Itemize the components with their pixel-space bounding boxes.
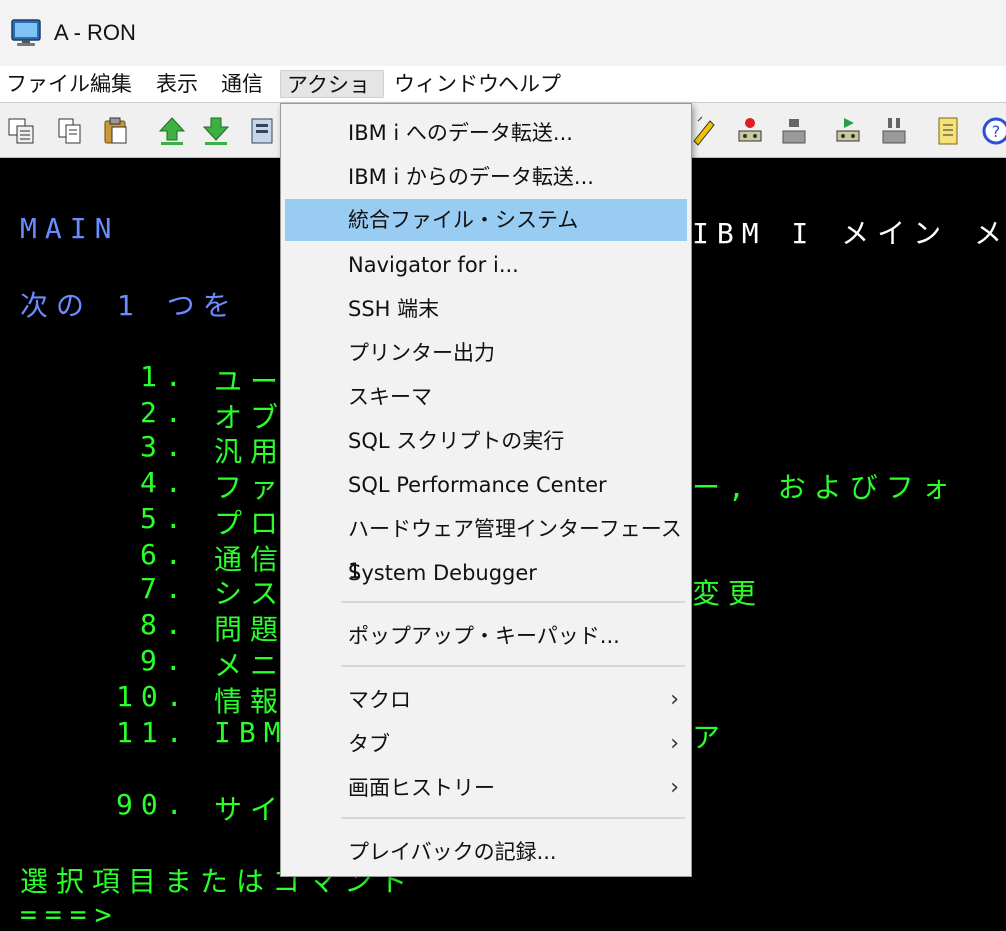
- copy-icon[interactable]: [6, 115, 38, 147]
- menu-option-text-continued: ー, およびフォ: [692, 471, 958, 504]
- menu-option-number: 10.: [116, 680, 191, 713]
- menu-option-number: 90.: [116, 788, 191, 821]
- copy-append-icon[interactable]: [54, 115, 86, 147]
- menu-item-label: SQL Performance Center: [348, 473, 607, 497]
- title-bar: A - RON: [0, 0, 1006, 66]
- screen-id: MAIN: [20, 212, 120, 245]
- chevron-right-icon: ›: [670, 731, 679, 756]
- menu-option-number: 7.: [140, 572, 190, 605]
- menu-item-macro[interactable]: マクロ ›: [285, 679, 687, 721]
- menu-item-label: プリンター出力: [348, 341, 495, 365]
- notepad-icon[interactable]: [932, 115, 964, 147]
- menu-item-label: Navigator for i...: [348, 253, 519, 277]
- menu-option-number: 1.: [140, 360, 190, 393]
- menu-item-ssh-terminal[interactable]: SSH 端末: [285, 288, 687, 330]
- menu-option-text: 問題: [214, 613, 287, 646]
- menu-option-number: 2.: [140, 396, 190, 429]
- menu-separator: [341, 601, 685, 603]
- menu-option-text: 情報: [214, 685, 287, 718]
- menu-communication[interactable]: 通信: [215, 70, 269, 98]
- send-icon[interactable]: [156, 115, 188, 147]
- chevron-right-icon: ›: [670, 687, 679, 712]
- menu-view[interactable]: 表示: [150, 70, 204, 98]
- record-macro-icon[interactable]: [734, 115, 766, 147]
- menu-item-receive-data[interactable]: IBM i からのデータ転送...: [285, 156, 687, 198]
- menu-window[interactable]: ウィンドウ: [388, 70, 505, 98]
- menu-item-label: System Debugger: [348, 561, 537, 585]
- menu-item-label: タブ: [348, 732, 390, 756]
- stop-macro-icon[interactable]: [778, 115, 810, 147]
- window-title: A - RON: [54, 20, 136, 45]
- menu-option-number: 6.: [140, 538, 190, 571]
- menu-option-number: 9.: [140, 644, 190, 677]
- chevron-right-icon: ›: [670, 775, 679, 800]
- menu-item-hmc-1[interactable]: ハードウェア管理インターフェース 1: [285, 508, 687, 583]
- menu-item-label: 画面ヒストリー: [348, 776, 495, 800]
- menu-item-label: IBM i からのデータ転送...: [348, 165, 594, 189]
- menu-option-number: 5.: [140, 502, 190, 535]
- menu-edit[interactable]: 編集: [84, 70, 138, 98]
- menu-option-text: プロ: [214, 507, 287, 540]
- menu-option-text-continued: 変更: [692, 577, 765, 610]
- menu-item-navigator[interactable]: Navigator for i...: [285, 244, 687, 286]
- command-line[interactable]: ===>: [20, 898, 119, 931]
- pause-macro-icon[interactable]: [878, 115, 910, 147]
- menu-item-system-debugger[interactable]: System Debugger: [285, 552, 687, 594]
- menu-item-send-data[interactable]: IBM i へのデータ転送...: [285, 112, 687, 154]
- edit-icon[interactable]: [688, 115, 720, 147]
- actions-dropdown-menu: IBM i へのデータ転送... IBM i からのデータ転送... 統合ファイ…: [280, 103, 692, 877]
- menu-option-number: 11.: [116, 716, 191, 749]
- menu-item-label: マクロ: [348, 688, 411, 712]
- menu-item-schemas[interactable]: スキーマ: [285, 376, 687, 418]
- menu-item-integrated-file-system[interactable]: 統合ファイル・システム: [285, 199, 687, 241]
- menu-item-label: 統合ファイル・システム: [348, 208, 579, 232]
- menu-item-label: ポップアップ・キーパッド...: [348, 624, 620, 648]
- screen-title: IBM I メイン メ: [692, 217, 1006, 250]
- play-macro-icon[interactable]: [832, 115, 864, 147]
- help-icon[interactable]: ?: [980, 115, 1006, 147]
- menu-option-number: 4.: [140, 466, 190, 499]
- receive-icon[interactable]: [200, 115, 232, 147]
- menu-item-run-sql-scripts[interactable]: SQL スクリプトの実行: [285, 420, 687, 462]
- menu-separator: [341, 665, 685, 667]
- menu-item-label: SSH 端末: [348, 297, 440, 321]
- menu-actions[interactable]: アクション: [280, 70, 384, 125]
- menu-file[interactable]: ファイル: [0, 70, 96, 98]
- menu-item-tabs[interactable]: タブ ›: [285, 723, 687, 765]
- menu-option-text: IBM: [214, 716, 289, 749]
- menu-option-text-continued: ア: [692, 721, 729, 754]
- menu-item-label: プレイバックの記録...: [348, 840, 557, 864]
- svg-text:?: ?: [992, 122, 1001, 141]
- menu-option-number: 3.: [140, 430, 190, 463]
- menu-item-sql-performance-center[interactable]: SQL Performance Center: [285, 464, 687, 506]
- menu-item-printer-output[interactable]: プリンター出力: [285, 332, 687, 374]
- menu-option-text: メニ: [214, 649, 287, 682]
- menu-separator: [341, 817, 685, 819]
- menu-item-popup-keypad[interactable]: ポップアップ・キーパッド...: [285, 615, 687, 657]
- menu-help[interactable]: ヘルプ: [492, 70, 567, 98]
- menu-item-label: IBM i へのデータ転送...: [348, 121, 573, 145]
- menu-option-text: サイ: [214, 793, 287, 826]
- menu-item-record-playback[interactable]: プレイバックの記録...: [285, 831, 687, 873]
- monitor-icon[interactable]: [10, 18, 42, 48]
- menu-option-number: 8.: [140, 608, 190, 641]
- menu-option-text: ユー: [214, 365, 287, 398]
- prompt-text: 次の 1 つを: [20, 289, 239, 322]
- menu-item-label: SQL スクリプトの実行: [348, 429, 565, 453]
- menu-option-text: シス: [214, 577, 287, 610]
- menu-bar: ファイル 編集 表示 通信 アクション ウィンドウ ヘルプ: [0, 66, 1006, 125]
- menu-item-label: スキーマ: [348, 385, 432, 409]
- menu-option-text: 汎用: [214, 435, 287, 468]
- menu-option-text: ファ: [214, 471, 287, 504]
- paste-icon[interactable]: [100, 115, 132, 147]
- display-icon[interactable]: [248, 115, 280, 147]
- menu-item-screen-history[interactable]: 画面ヒストリー ›: [285, 767, 687, 809]
